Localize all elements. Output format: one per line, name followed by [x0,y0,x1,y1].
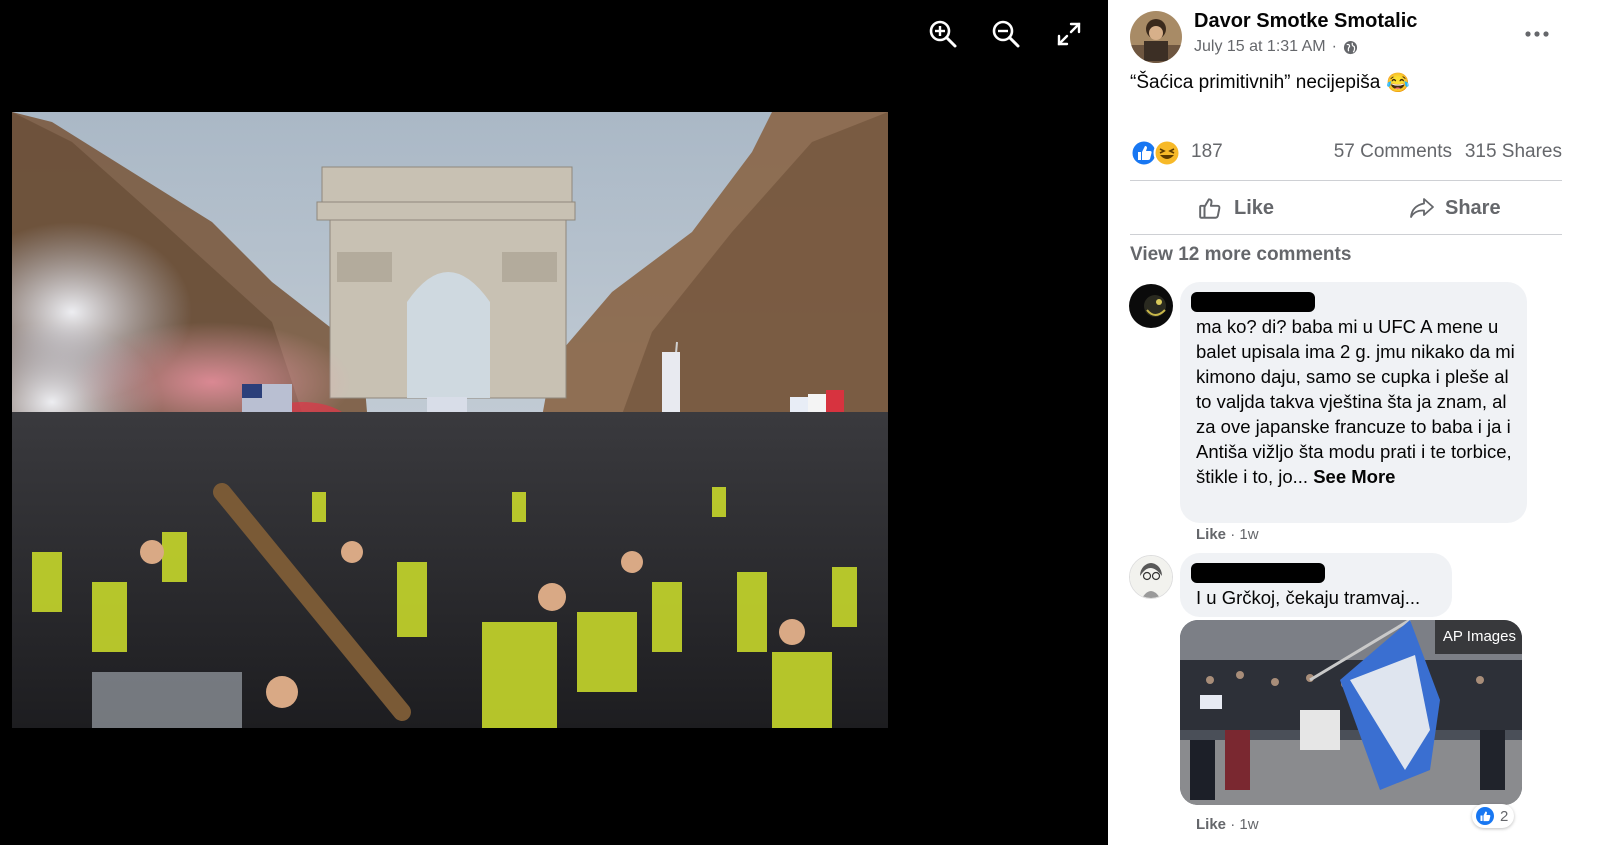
comment-reaction-badge[interactable]: 2 [1472,804,1515,828]
comment-image[interactable]: AP Images [1180,620,1522,805]
post-timestamp[interactable]: July 15 at 1:31 AM [1194,38,1326,56]
comment-reaction-count: 2 [1500,807,1509,825]
post-meta: July 15 at 1:31 AM · [1194,38,1358,56]
share-label: Share [1445,196,1501,219]
haha-reaction-icon [1153,139,1181,167]
photo-viewer [0,0,1108,845]
meta-separator: · [1331,38,1337,55]
comment-meta: Like · 1w [1196,816,1259,833]
comment-age[interactable]: 1w [1239,526,1258,543]
like-label: Like [1234,196,1275,219]
more-options-icon[interactable] [1522,20,1552,48]
see-more-link[interactable]: See More [1313,466,1395,487]
zoom-out-icon[interactable] [988,16,1024,52]
meta-separator: · [1230,526,1236,543]
zoom-in-icon[interactable] [925,16,961,52]
like-reaction-icon [1476,807,1494,825]
reactions-row: 187 57 Comments 315 Shares [1130,138,1562,168]
divider [1130,234,1562,235]
shares-count[interactable]: 315 Shares [1465,141,1562,163]
comment-like-link[interactable]: Like [1196,816,1226,833]
comment-meta: Like · 1w [1196,526,1259,543]
share-button[interactable]: Share [1409,188,1501,228]
image-watermark: AP Images [1442,628,1516,645]
like-reaction-icon [1130,139,1158,167]
author-avatar[interactable] [1130,11,1182,63]
globe-icon [1343,40,1358,55]
meta-separator: · [1230,816,1236,833]
commenter-avatar[interactable] [1129,555,1173,599]
comments-count[interactable]: 57 Comments [1334,141,1452,163]
comment-text: ma ko? di? baba mi u UFC A mene u balet … [1196,314,1518,489]
caption-text: “Šaćica primitivnih” necijepiša [1130,72,1381,93]
comment-age[interactable]: 1w [1239,816,1258,833]
redacted-name [1191,292,1315,312]
comment-text: I u Grčkoj, čekaju tramvaj... [1196,587,1421,608]
post-caption: “Šaćica primitivnih” necijepiša 😂 [1130,71,1410,95]
thumbs-up-icon [1199,198,1221,219]
like-button[interactable]: Like [1198,188,1274,228]
reaction-icons[interactable] [1130,139,1182,167]
view-more-comments[interactable]: View 12 more comments [1130,244,1351,266]
post-photo[interactable] [12,112,888,728]
author-name[interactable]: Davor Smotke Smotalic [1194,10,1417,33]
redacted-name [1191,563,1325,583]
expand-icon[interactable] [1051,16,1087,52]
reaction-count[interactable]: 187 [1191,141,1223,163]
laughing-emoji: 😂 [1386,73,1410,94]
comment-like-link[interactable]: Like [1196,526,1226,543]
share-icon [1410,198,1434,218]
divider [1130,180,1562,181]
commenter-avatar[interactable] [1129,284,1173,328]
comment-body: ma ko? di? baba mi u UFC A mene u balet … [1196,316,1515,487]
